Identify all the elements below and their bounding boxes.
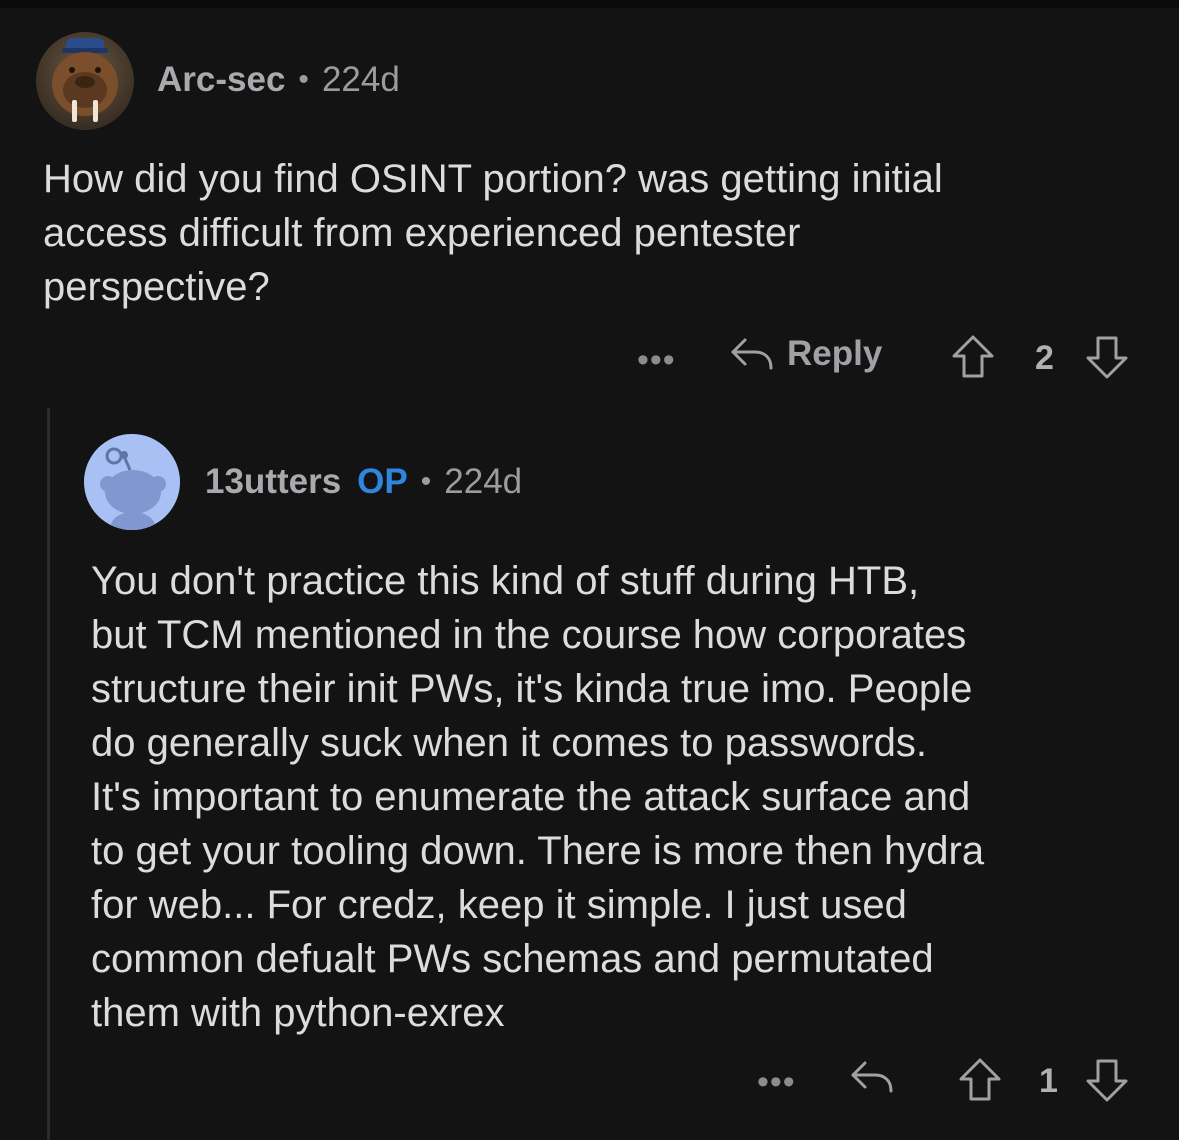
username[interactable]: Arc-sec <box>157 60 285 100</box>
username[interactable]: 13utters <box>205 462 341 502</box>
downvote-arrow-icon <box>1086 1059 1128 1102</box>
reply-arrow-icon <box>851 1061 893 1093</box>
reply-arrow-icon <box>731 338 773 370</box>
vote-count: 2 <box>1035 339 1054 377</box>
reply-label: Reply <box>787 334 883 373</box>
comment-age: 224d <box>444 462 523 501</box>
comment-meta: 13utters OP • 224d <box>205 462 522 502</box>
downvote-arrow-icon <box>1086 336 1128 379</box>
more-dots-icon: ••• <box>757 1063 796 1101</box>
upvote-button[interactable] <box>957 1057 1003 1103</box>
upvote-button[interactable] <box>950 334 996 380</box>
avatar-13utters[interactable] <box>84 434 180 530</box>
upvote-arrow-icon <box>959 1058 1001 1101</box>
more-dots-icon: ••• <box>637 341 676 379</box>
more-options-button[interactable]: ••• <box>637 343 676 377</box>
meta-separator: • <box>420 465 432 498</box>
meta-separator: • <box>298 63 309 96</box>
comment-age: 224d <box>321 60 400 99</box>
downvote-button[interactable] <box>1084 334 1130 380</box>
vote-count: 1 <box>1039 1062 1058 1100</box>
thread-line[interactable] <box>47 408 50 1140</box>
reply-button[interactable]: Reply <box>729 334 882 374</box>
avatar-arc-sec[interactable] <box>36 32 134 130</box>
walrus-avatar <box>36 32 134 130</box>
snoo-avatar <box>84 434 180 530</box>
comment-body: You don't practice this kind of stuff du… <box>91 559 985 1035</box>
comment-meta: Arc-sec • 224d <box>157 60 400 100</box>
op-badge: OP <box>357 462 408 501</box>
upvote-arrow-icon <box>952 335 994 378</box>
reply-button[interactable] <box>849 1057 895 1097</box>
top-divider <box>0 0 1179 8</box>
downvote-button[interactable] <box>1084 1057 1130 1103</box>
more-options-button[interactable]: ••• <box>757 1065 796 1099</box>
comment-body: How did you find OSINT portion? was gett… <box>43 157 943 309</box>
